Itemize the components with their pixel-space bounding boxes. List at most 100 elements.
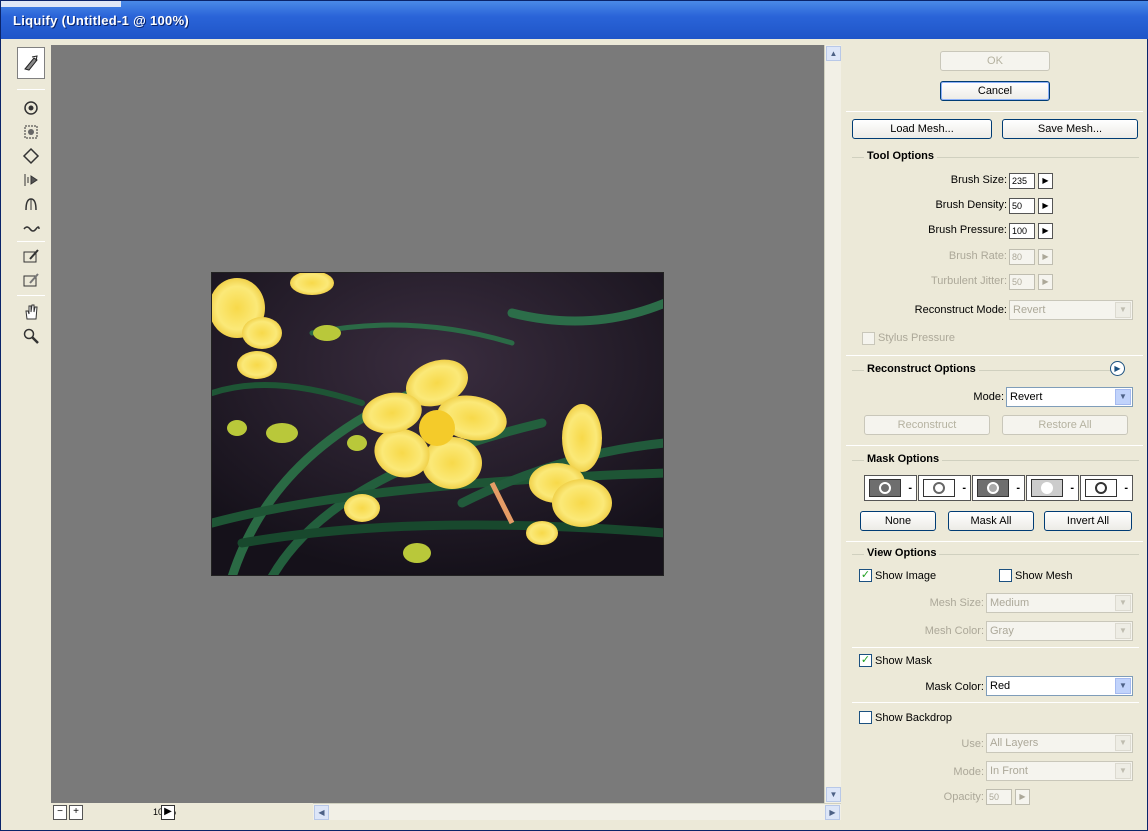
backdrop-mode-label: Mode: xyxy=(953,766,984,778)
chevron-down-icon: ▼ xyxy=(1115,623,1131,639)
chevron-down-icon: ▼ xyxy=(1115,389,1131,405)
backdrop-mode-select[interactable]: In Front ▼ xyxy=(986,761,1133,781)
title-strip xyxy=(1,1,121,7)
mesh-color-value: Gray xyxy=(990,625,1014,637)
brush-density-input[interactable]: 50 xyxy=(1009,198,1035,214)
reconstruct-menu-icon[interactable]: ▶ xyxy=(1110,361,1125,376)
mask-add-icon xyxy=(923,479,955,497)
zoom-menu-button[interactable]: ▶ xyxy=(161,805,175,820)
brush-pressure-arrow-icon[interactable]: ▶ xyxy=(1038,223,1053,239)
show-mesh-checkbox[interactable] xyxy=(999,569,1012,582)
mesh-color-label: Mesh Color: xyxy=(924,625,984,637)
mask-subtract-button[interactable]: - xyxy=(972,475,1025,501)
mesh-size-label: Mesh Size: xyxy=(929,597,984,609)
mask-intersect-button[interactable]: - xyxy=(1026,475,1079,501)
reconstruct-mode-value: Revert xyxy=(1013,304,1046,316)
pucker-tool-icon[interactable] xyxy=(19,121,43,143)
mask-color-select[interactable]: Red ▼ xyxy=(986,676,1133,696)
chevron-down-icon: ▼ xyxy=(1115,763,1131,779)
cancel-button[interactable]: Cancel xyxy=(940,81,1050,101)
show-mask-label: Show Mask xyxy=(875,655,932,667)
save-mesh-button[interactable]: Save Mesh... xyxy=(1002,119,1138,139)
zoom-in-button[interactable]: + xyxy=(69,805,83,820)
brush-size-input[interactable]: 235 xyxy=(1009,173,1035,189)
opacity-input[interactable]: 50 xyxy=(986,789,1012,805)
opacity-label: Opacity: xyxy=(943,791,984,803)
load-mesh-button[interactable]: Load Mesh... xyxy=(852,119,992,139)
options-panel: OK Cancel Load Mesh... Save Mesh... Tool… xyxy=(846,45,1143,825)
reconstruct-mode-label: Reconstruct Mode: xyxy=(914,304,1007,316)
turbulent-jitter-arrow-icon[interactable]: ▶ xyxy=(1038,274,1053,290)
hand-tool-icon[interactable] xyxy=(19,301,43,323)
show-mesh-label: Show Mesh xyxy=(1015,570,1073,582)
zoom-bar: − + 100% ▶ xyxy=(53,805,313,821)
brush-density-arrow-icon[interactable]: ▶ xyxy=(1038,198,1053,214)
thaw-mask-tool-icon[interactable] xyxy=(19,269,43,291)
reconstruct-button[interactable]: Reconstruct xyxy=(864,415,990,435)
scroll-up-icon[interactable]: ▲ xyxy=(826,46,841,61)
reconstruct-mode-dropdown[interactable]: Revert ▼ xyxy=(1006,387,1133,407)
mask-replace-icon xyxy=(869,479,901,497)
reconstruct-options-title: Reconstruct Options xyxy=(864,363,979,375)
turbulent-jitter-label: Turbulent Jitter: xyxy=(930,275,1007,287)
vertical-scrollbar[interactable]: ▲ ▼ xyxy=(824,45,841,803)
brush-rate-arrow-icon[interactable]: ▶ xyxy=(1038,249,1053,265)
mask-all-button[interactable]: Mask All xyxy=(948,511,1034,531)
brush-rate-input[interactable]: 80 xyxy=(1009,249,1035,265)
twirl-tool-icon[interactable] xyxy=(19,97,43,119)
ok-button[interactable]: OK xyxy=(940,51,1050,71)
liquify-dialog: Liquify (Untitled-1 @ 100%) ▲ ▼ ◀ ▶ − + … xyxy=(0,0,1148,831)
push-left-tool-icon[interactable] xyxy=(19,169,43,191)
mask-color-value: Red xyxy=(990,680,1011,692)
scroll-down-icon[interactable]: ▼ xyxy=(826,787,841,802)
mask-replace-button[interactable]: - xyxy=(864,475,917,501)
forward-warp-tool-icon[interactable] xyxy=(17,47,45,79)
reconstruct-mode-select[interactable]: Revert ▼ xyxy=(1009,300,1133,320)
zoom-tool-icon[interactable] xyxy=(19,325,43,347)
invert-all-button[interactable]: Invert All xyxy=(1044,511,1132,531)
brush-rate-label: Brush Rate: xyxy=(948,250,1007,262)
brush-size-arrow-icon[interactable]: ▶ xyxy=(1038,173,1053,189)
window-title: Liquify (Untitled-1 @ 100%) xyxy=(13,13,190,28)
mask-color-label: Mask Color: xyxy=(925,681,984,693)
reconstruct-mode-dropdown-value: Revert xyxy=(1010,391,1043,403)
brush-pressure-input[interactable]: 100 xyxy=(1009,223,1035,239)
brush-density-label: Brush Density: xyxy=(935,199,1007,211)
mesh-size-value: Medium xyxy=(990,597,1030,609)
restore-all-button[interactable]: Restore All xyxy=(1002,415,1128,435)
mask-intersect-icon xyxy=(1031,479,1063,497)
zoom-out-button[interactable]: − xyxy=(53,805,67,820)
reconstruct-mode-label-2: Mode: xyxy=(973,391,1004,403)
mask-none-button[interactable]: None xyxy=(860,511,936,531)
mirror-tool-icon[interactable] xyxy=(19,193,43,215)
mesh-size-select[interactable]: Medium ▼ xyxy=(986,593,1133,613)
turbulent-jitter-input[interactable]: 50 xyxy=(1009,274,1035,290)
show-backdrop-checkbox[interactable] xyxy=(859,711,872,724)
scroll-right-icon[interactable]: ▶ xyxy=(825,805,840,820)
freeze-mask-tool-icon[interactable] xyxy=(19,245,43,267)
bloat-tool-icon[interactable] xyxy=(19,145,43,167)
brush-size-label: Brush Size: xyxy=(950,174,1007,186)
mesh-color-select[interactable]: Gray ▼ xyxy=(986,621,1133,641)
chevron-down-icon: ▼ xyxy=(1115,595,1131,611)
stylus-pressure-label: Stylus Pressure xyxy=(878,332,956,344)
show-image-checkbox[interactable]: ✓ xyxy=(859,569,872,582)
chevron-down-icon: ▼ xyxy=(1115,735,1131,751)
mask-add-button[interactable]: - xyxy=(918,475,971,501)
opacity-arrow-icon[interactable]: ▶ xyxy=(1015,789,1030,805)
mask-options-title: Mask Options xyxy=(864,453,943,465)
use-select[interactable]: All Layers ▼ xyxy=(986,733,1133,753)
turbulence-tool-icon[interactable] xyxy=(19,217,43,239)
stylus-pressure-checkbox[interactable] xyxy=(862,332,875,345)
mask-invert-button[interactable]: - xyxy=(1080,475,1133,501)
preview-image xyxy=(211,272,664,576)
horizontal-scrollbar[interactable]: ◀ ▶ xyxy=(313,803,841,820)
show-image-label: Show Image xyxy=(875,570,937,582)
show-backdrop-label: Show Backdrop xyxy=(875,712,953,724)
preview-canvas[interactable] xyxy=(51,45,824,803)
mask-invert-icon xyxy=(1085,479,1117,497)
tool-options-title: Tool Options xyxy=(864,150,938,162)
show-mask-checkbox[interactable]: ✓ xyxy=(859,654,872,667)
title-bar: Liquify (Untitled-1 @ 100%) xyxy=(1,1,1148,39)
scroll-left-icon[interactable]: ◀ xyxy=(314,805,329,820)
